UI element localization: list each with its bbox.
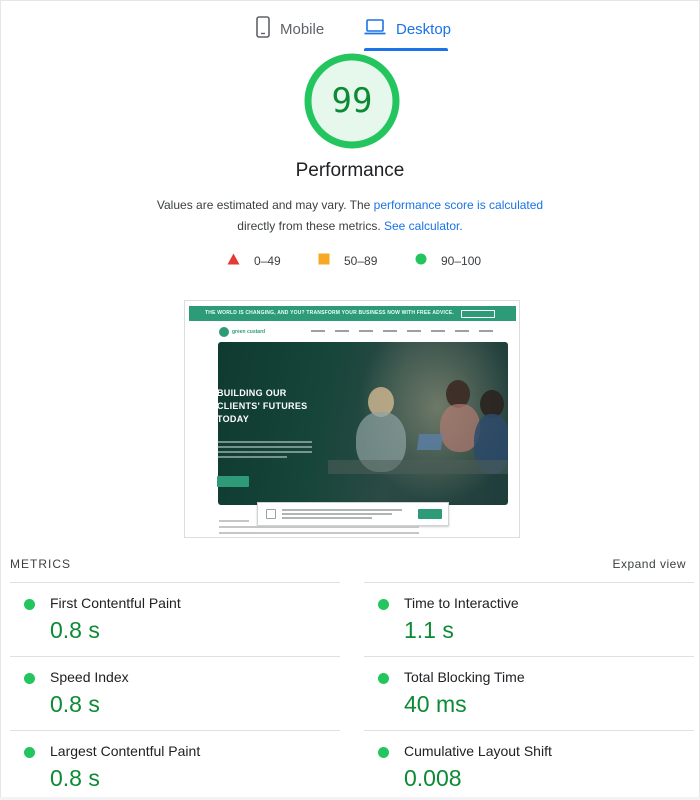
pass-circle-icon [24,599,35,610]
triangle-icon [227,253,240,268]
metric-value: 40 ms [404,691,467,717]
circle-icon [415,253,427,268]
thumb-hero-text [217,451,312,453]
metric-label: Total Blocking Time [404,669,525,685]
metric-time-to-interactive: Time to Interactive 1.1 s [364,582,694,656]
metric-label: Time to Interactive [404,595,519,611]
score-description: Values are estimated and may vary. The p… [0,195,700,237]
metric-value: 0.8 s [50,617,100,643]
description-text-1: Values are estimated and may vary. The [156,198,374,212]
thumb-hero-title: BUILDING OUR CLIENTS' FUTURES TODAY [217,387,307,426]
thumb-nav-link [359,330,373,332]
laptop-icon [364,19,386,39]
metric-value: 0.8 s [50,691,100,717]
device-tabs: Mobile Desktop [0,8,700,52]
thumb-hero-text [217,446,312,448]
pass-circle-icon [378,673,389,684]
thumb-nav-link [335,330,349,332]
tab-mobile[interactable]: Mobile [256,8,324,50]
thumb-table [328,460,508,474]
metric-label: Cumulative Layout Shift [404,743,552,759]
metric-label: First Contentful Paint [50,595,181,611]
pass-circle-icon [378,747,389,758]
thumb-logo-text: green custard [232,329,266,335]
metric-speed-index: Speed Index 0.8 s [10,656,340,730]
thumb-nav-link [383,330,397,332]
active-tab-indicator [364,48,448,51]
metric-cumulative-layout-shift: Cumulative Layout Shift 0.008 [364,730,694,800]
thumb-nav-link [407,330,421,332]
tab-desktop[interactable]: Desktop [364,8,451,50]
legend-label-pass: 90–100 [441,253,482,268]
thumb-body-text [219,532,419,534]
thumb-cookie-text [282,509,402,511]
square-icon [318,253,330,268]
metric-label: Largest Contentful Paint [50,743,201,759]
thumb-cookie-icon [266,509,276,519]
thumb-banner-button [461,310,495,318]
pass-circle-icon [24,747,35,758]
thumb-hero-button [217,476,249,487]
expand-view-toggle[interactable]: Expand view [612,557,686,571]
performance-title: Performance [295,160,405,181]
performance-score-link[interactable]: performance score is calculated [374,198,543,212]
thumb-cookie-banner [257,502,449,526]
thumb-cookie-button [418,509,442,519]
thumb-hero-title-line: CLIENTS' FUTURES [217,401,308,411]
description-text-2: directly from these metrics. [237,219,384,233]
legend-label-fail: 0–49 [254,253,281,268]
pass-circle-icon [378,599,389,610]
thumb-body-text [219,526,419,528]
thumb-logo-icon [219,327,229,337]
thumb-hero-text [217,441,312,443]
metrics-header: METRICS [10,557,71,571]
metric-value: 1.1 s [404,617,454,643]
final-screenshot: THE WORLD IS CHANGING, AND YOU? TRANSFOR… [184,300,520,538]
thumb-hero-text [217,456,287,458]
thumb-banner: THE WORLD IS CHANGING, AND YOU? TRANSFOR… [189,306,516,321]
metric-largest-contentful-paint: Largest Contentful Paint 0.8 s [10,730,340,800]
legend-item-average: 50–89 [318,253,377,268]
metric-value: 0.8 s [50,765,100,791]
thumb-nav-link [431,330,445,332]
thumb-body-text [219,520,249,522]
legend-item-fail: 0–49 [227,253,281,268]
metric-value: 0.008 [404,765,462,791]
pass-circle-icon [24,673,35,684]
mobile-phone-icon [256,16,270,42]
performance-score: 99 [331,81,373,121]
thumb-nav-link [455,330,469,332]
thumb-nav-link [479,330,493,332]
thumb-cookie-text [282,513,392,515]
thumb-hero-title-line: TODAY [217,414,250,424]
tab-mobile-label: Mobile [280,20,325,38]
thumb-nav-link [311,330,325,332]
thumb-laptop [416,434,444,450]
tab-desktop-label: Desktop [396,20,452,38]
see-calculator-link[interactable]: See calculator. [384,219,463,233]
legend-item-pass: 90–100 [415,253,481,268]
score-legend: 0–49 50–89 90–100 [0,253,700,271]
metric-first-contentful-paint: First Contentful Paint 0.8 s [10,582,340,656]
thumb-cookie-text [282,517,372,519]
thumb-hero-title-line: BUILDING OUR [217,388,287,398]
legend-label-average: 50–89 [344,253,378,268]
thumb-nav: green custard [189,321,516,341]
metric-total-blocking-time: Total Blocking Time 40 ms [364,656,694,730]
metric-label: Speed Index [50,669,129,685]
thumb-banner-text: THE WORLD IS CHANGING, AND YOU? TRANSFOR… [205,310,455,316]
